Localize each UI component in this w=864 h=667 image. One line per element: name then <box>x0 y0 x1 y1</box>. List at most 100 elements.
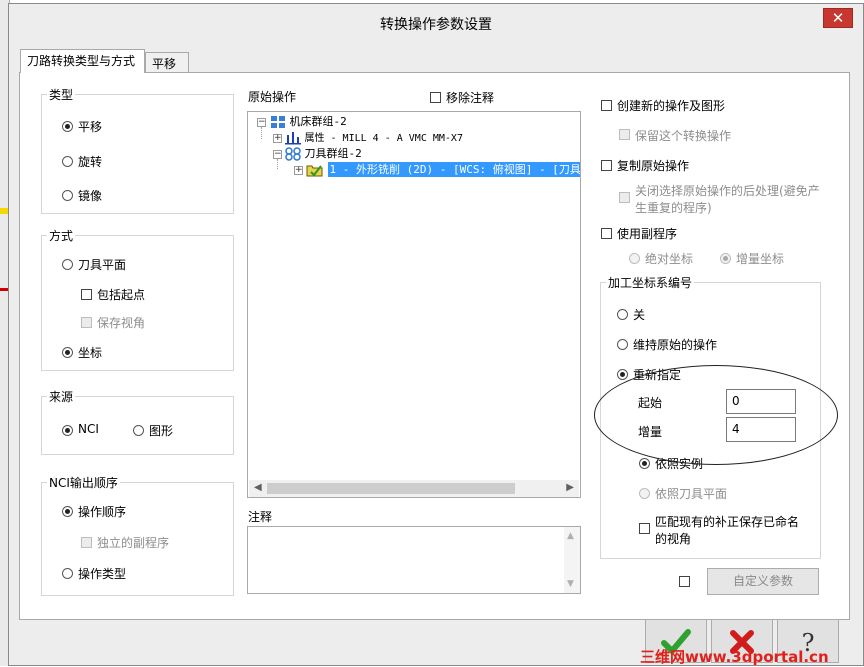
remove-comments-checkbox[interactable] <box>430 92 441 103</box>
create-new-checkbox[interactable] <box>601 100 612 111</box>
remove-comments-label: 移除注释 <box>446 91 495 105</box>
scroll-up-icon[interactable]: ▲ <box>567 531 574 541</box>
wcs-reassign-radio[interactable] <box>617 369 628 380</box>
coordinates-radio[interactable] <box>62 347 73 358</box>
wcs-keep-original-radio[interactable] <box>617 339 628 350</box>
keep-transform-checkbox[interactable] <box>619 129 630 140</box>
independent-sub-checkbox[interactable] <box>81 537 92 548</box>
type-mirror-label: 镜像 <box>78 189 103 203</box>
operation-label: 1 - 外形铣削 (2D) - [WCS: 俯视图] - [刀具面 <box>327 162 580 177</box>
tool-plane-radio[interactable] <box>62 259 73 270</box>
wcs-keep-original-label: 维持原始的操作 <box>633 338 718 352</box>
watermark: 三维网www.3dportal.cn <box>640 648 829 666</box>
notes-label: 注释 <box>248 510 273 524</box>
keep-transform-label: 保留这个转换操作 <box>635 129 732 143</box>
collapse-icon[interactable]: − <box>257 118 266 127</box>
tree-line <box>261 127 262 139</box>
op-type-label: 操作类型 <box>78 567 127 581</box>
background-marker <box>0 208 8 214</box>
source-group: 来源 NCI 图形 <box>41 388 234 455</box>
op-order-radio[interactable] <box>62 506 73 517</box>
highlight-ellipse <box>594 365 838 465</box>
operation-node[interactable]: 1 - 外形铣削 (2D) - [WCS: 俯视图] - [刀具面 <box>306 161 580 177</box>
type-translate-radio[interactable] <box>62 121 73 132</box>
include-start-label: 包括起点 <box>97 288 146 302</box>
create-new-label: 创建新的操作及图形 <box>617 99 726 113</box>
independent-sub-label: 独立的副程序 <box>97 536 170 550</box>
nci-order-group-title: NCI输出顺序 <box>47 474 120 491</box>
by-instance-radio[interactable] <box>639 458 650 469</box>
original-ops-tree[interactable]: − 机床群组-2 + 属性 - MILL 4 - A VMC MM-X7 − 刀… <box>247 111 581 498</box>
keep-view-checkbox[interactable] <box>81 317 92 328</box>
incremental-coord-radio[interactable] <box>720 253 731 264</box>
absolute-coord-radio[interactable] <box>629 253 640 264</box>
tab-transform-type[interactable]: 刀路转换类型与方式 <box>20 49 145 73</box>
properties-icon <box>285 132 301 145</box>
tab-translate[interactable]: 平移 <box>145 52 189 74</box>
type-rotate-radio[interactable] <box>62 156 73 167</box>
custom-params-checkbox[interactable] <box>679 576 690 587</box>
tool-plane-label: 刀具平面 <box>78 258 127 272</box>
method-group-title: 方式 <box>47 227 76 244</box>
toolpath-group-label: 刀具群组-2 <box>304 147 362 160</box>
keep-view-label: 保存视角 <box>97 316 146 330</box>
type-group-title: 类型 <box>47 86 76 103</box>
background-marker <box>0 288 8 291</box>
op-order-label: 操作顺序 <box>78 505 127 519</box>
op-type-radio[interactable] <box>62 568 73 579</box>
source-geometry-label: 图形 <box>149 424 174 438</box>
use-subprogram-label: 使用副程序 <box>617 227 678 241</box>
absolute-coord-label: 绝对坐标 <box>645 252 694 266</box>
scroll-thumb[interactable] <box>267 483 515 494</box>
wcs-off-radio[interactable] <box>617 309 628 320</box>
use-subprogram-checkbox[interactable] <box>601 228 612 239</box>
source-group-title: 来源 <box>47 388 76 405</box>
machine-group-label: 机床群组-2 <box>289 115 347 128</box>
close-post-label-line2: 生重复的程序) <box>635 201 712 215</box>
copy-original-checkbox[interactable] <box>601 160 612 171</box>
type-translate-label: 平移 <box>78 120 103 134</box>
expand-icon[interactable]: + <box>294 166 303 175</box>
notes-vertical-scrollbar[interactable]: ▲ ▼ <box>564 527 580 593</box>
match-offsets-label-line1: 匹配现有的补正保存已命名 <box>655 515 800 529</box>
toolpath-group-node[interactable]: 刀具群组-2 <box>285 145 362 161</box>
nci-order-group: NCI输出顺序 操作顺序 独立的副程序 操作类型 <box>41 474 234 596</box>
scroll-left-icon[interactable]: ◀ <box>254 482 262 493</box>
type-mirror-radio[interactable] <box>62 190 73 201</box>
collapse-icon[interactable]: − <box>273 150 282 159</box>
source-nci-label: NCI <box>78 422 99 436</box>
coordinates-label: 坐标 <box>78 346 103 360</box>
close-post-checkbox[interactable] <box>619 192 630 203</box>
expand-icon[interactable]: + <box>273 134 282 143</box>
title-bar[interactable]: 转换操作参数设置 ✕ <box>9 4 863 39</box>
by-tool-plane-label: 依照刀具平面 <box>655 487 728 501</box>
original-ops-label: 原始操作 <box>248 90 297 104</box>
tree-horizontal-scrollbar[interactable]: ◀ ▶ <box>249 480 579 497</box>
scroll-right-icon[interactable]: ▶ <box>566 482 574 493</box>
machine-group-icon <box>271 116 285 128</box>
method-group: 方式 刀具平面 包括起点 保存视角 坐标 <box>41 227 234 371</box>
incremental-coord-label: 增量坐标 <box>736 252 785 266</box>
type-group: 类型 平移 旋转 镜像 <box>41 86 234 214</box>
match-offsets-label-line2: 的视角 <box>655 532 692 546</box>
machine-group-node[interactable]: 机床群组-2 <box>270 113 347 129</box>
transform-params-dialog: 转换操作参数设置 ✕ 刀路转换类型与方式 平移 类型 平移 旋转 镜像 方式 刀… <box>8 3 864 666</box>
by-tool-plane-radio[interactable] <box>639 488 650 499</box>
notes-textarea[interactable] <box>247 526 581 594</box>
properties-label: 属性 - MILL 4 - A VMC MM-X7 <box>304 133 463 144</box>
copy-original-label: 复制原始操作 <box>617 159 690 173</box>
properties-node[interactable]: 属性 - MILL 4 - A VMC MM-X7 <box>285 129 463 145</box>
close-post-label-line1: 关闭选择原始操作的后处理(避免产 <box>635 184 820 198</box>
match-offsets-checkbox[interactable] <box>639 523 650 534</box>
close-button[interactable]: ✕ <box>823 8 853 28</box>
source-nci-radio[interactable] <box>62 425 73 436</box>
source-geometry-radio[interactable] <box>133 425 144 436</box>
include-start-checkbox[interactable] <box>81 289 92 300</box>
wcs-off-label: 关 <box>633 308 646 322</box>
custom-params-button[interactable]: 自定义参数 <box>707 568 819 595</box>
tree-line <box>277 159 278 169</box>
wcs-group-title: 加工坐标系编号 <box>606 274 695 291</box>
type-rotate-label: 旋转 <box>78 155 103 169</box>
scroll-down-icon[interactable]: ▼ <box>567 579 574 589</box>
operation-folder-icon <box>306 165 323 177</box>
